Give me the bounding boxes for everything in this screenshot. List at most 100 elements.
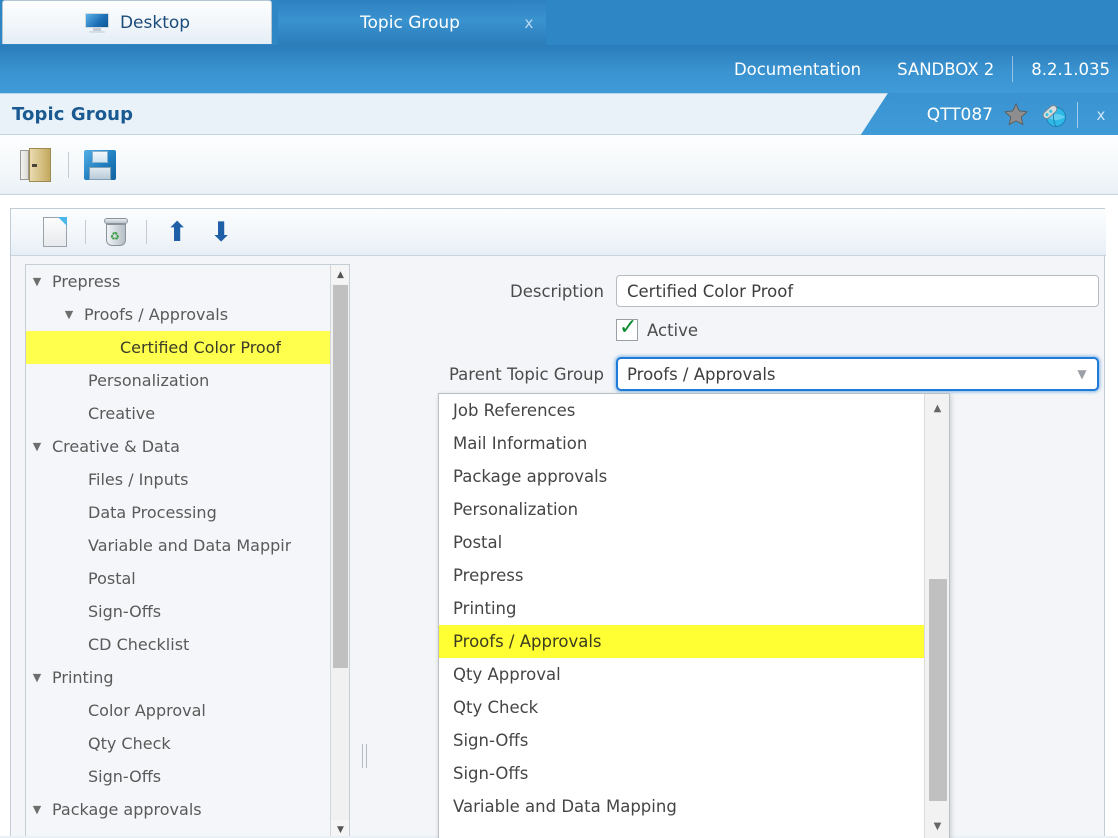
active-row: ✓ Active (616, 315, 698, 341)
tab-close-icon[interactable]: x (516, 14, 546, 32)
tree-item[interactable]: ▼ Printing (26, 661, 332, 694)
page-title: Topic Group (12, 104, 134, 125)
tree-item[interactable]: Certified Color Proof (26, 331, 332, 364)
tree-item[interactable]: ▼ Creative & Data (26, 430, 332, 463)
tree-item[interactable]: CD Checklist (26, 628, 332, 661)
tree-item-label: Color Approval (88, 701, 206, 720)
tree-expander-icon[interactable]: ▼ (26, 440, 48, 453)
trash-icon: ♻ (103, 217, 129, 247)
dropdown-options-container: Job References Mail Information Package ap… (439, 394, 926, 838)
check-icon: ✓ (619, 315, 638, 340)
environment-label: SANDBOX 2 (897, 59, 995, 79)
dropdown-option[interactable]: Job References (439, 394, 926, 427)
dropdown-option[interactable]: Qty Check (439, 691, 926, 724)
tree-item-label: Sign-Offs (88, 602, 162, 621)
tree-item-label: Data Processing (88, 503, 217, 522)
arrow-down-icon: ⬇ (209, 216, 233, 248)
save-button[interactable] (77, 142, 123, 188)
record-toolbar: ♻ ⬆ ⬇ (11, 209, 1106, 256)
screen-code-label: QTT087 (926, 104, 993, 125)
pane-splitter[interactable] (356, 264, 372, 838)
tree-item[interactable]: Files / Inputs (26, 463, 332, 496)
tree-item-label: Proofs / Approvals (84, 305, 229, 324)
move-up-button[interactable]: ⬆ (155, 212, 199, 252)
dropdown-option[interactable]: Sign-Offs (439, 724, 926, 757)
tree-item-label: Printing (52, 668, 114, 687)
tree-expander-icon[interactable]: ▼ (26, 803, 48, 816)
tree-expander-icon[interactable]: ▼ (26, 275, 48, 288)
application-header: Documentation SANDBOX 2 8.2.1.035 (0, 45, 1118, 93)
description-input[interactable] (616, 275, 1099, 307)
toolbar-divider (68, 151, 69, 178)
dropdown-option[interactable]: Prepress (439, 559, 926, 592)
tree-item[interactable]: Creative (26, 397, 332, 430)
tab-bar: Desktop Topic Group x (0, 0, 1118, 45)
parent-topic-group-row: Parent Topic Group Proofs / Approvals ▼ (376, 357, 1099, 391)
new-document-icon (43, 217, 67, 247)
active-checkbox[interactable]: ✓ (616, 315, 638, 341)
tree-item-label: Personalization (88, 371, 210, 390)
monitor-icon (84, 12, 110, 33)
tree-item-label: Files / Inputs (88, 470, 189, 489)
main-toolbar (0, 135, 1118, 195)
documentation-link[interactable]: Documentation (716, 60, 879, 79)
tab-desktop[interactable]: Desktop (2, 0, 272, 44)
tree-item[interactable]: Data Processing (26, 496, 332, 529)
chevron-down-icon: ▼ (1077, 367, 1087, 381)
dropdown-option[interactable]: Mail Information (439, 427, 926, 460)
exit-button[interactable] (14, 142, 60, 188)
splitter-grip-icon (361, 744, 368, 768)
dropdown-option[interactable]: Variable and Data Mapping (439, 790, 926, 823)
tree-item-label: CD Checklist (88, 635, 190, 654)
dropdown-option[interactable]: Qty Approval (439, 658, 926, 691)
tree-item[interactable]: ▼ Proofs / Approvals (26, 298, 332, 331)
parent-topic-group-value: Proofs / Approvals (627, 364, 776, 384)
tree-item[interactable]: Qty Check (26, 727, 332, 760)
tree-item-label: Creative & Data (52, 437, 180, 456)
dropdown-option[interactable]: Package approvals (439, 460, 926, 493)
globe-link-icon[interactable] (1037, 101, 1067, 129)
dropdown-scrollbar[interactable]: ▲ ▼ (924, 394, 949, 838)
tree-item[interactable]: Personalization (26, 364, 332, 397)
arrow-up-icon: ⬆ (165, 216, 189, 248)
dropdown-option[interactable]: Personalization (439, 493, 926, 526)
tree-item[interactable]: Variable and Data Mappir (26, 529, 332, 562)
version-label: 8.2.1.035 (1031, 59, 1110, 79)
parent-topic-group-label: Parent Topic Group (448, 364, 604, 384)
dropdown-scroll-down-button[interactable]: ▼ (925, 814, 949, 838)
dropdown-scroll-up-button[interactable]: ▲ (925, 396, 949, 420)
tab-topic-group-label: Topic Group (360, 12, 460, 33)
new-button[interactable] (33, 212, 77, 252)
tree-item-label: Creative (88, 404, 156, 423)
tree-expander-icon[interactable]: ▼ (26, 671, 48, 684)
tree-item[interactable]: Color Approval (26, 694, 332, 727)
close-screen-icon[interactable]: x (1084, 106, 1118, 124)
tree-item[interactable]: ▼ Prepress (26, 265, 332, 298)
record-toolbar-divider-2 (146, 220, 147, 244)
description-row: Description (376, 275, 1099, 307)
tree-item[interactable]: Postal (26, 562, 332, 595)
tree-item[interactable]: ▼ Package approvals (26, 793, 332, 826)
dropdown-option[interactable]: Printing (439, 592, 926, 625)
star-icon[interactable] (1003, 102, 1029, 127)
tree-scroll-thumb[interactable] (333, 285, 348, 668)
tree-item[interactable]: Sign-Offs (26, 595, 332, 628)
tree-item-label: Package approvals (52, 800, 202, 819)
dropdown-option[interactable]: Sign-Offs (439, 757, 926, 790)
move-down-button[interactable]: ⬇ (199, 212, 243, 252)
tab-topic-group[interactable]: Topic Group x (278, 0, 546, 45)
tree-item[interactable]: Sign-Offs (26, 760, 332, 793)
tree-scrollbar[interactable]: ▲ ▼ (330, 265, 349, 838)
tree-items-container: ▼ Prepress ▼ Proofs / Approvals Certified Co… (26, 265, 332, 838)
dropdown-option[interactable]: Postal (439, 526, 926, 559)
delete-button[interactable]: ♻ (94, 212, 138, 252)
dropdown-option[interactable]: Proofs / Approvals (439, 625, 926, 658)
tree-expander-icon[interactable]: ▼ (58, 308, 80, 321)
tree-item-label: Sign-Offs (88, 767, 162, 786)
dropdown-scroll-thumb[interactable] (929, 579, 947, 801)
description-label: Description (510, 281, 604, 301)
tree-item-label: Prepress (52, 272, 121, 291)
parent-topic-group-select[interactable]: Proofs / Approvals ▼ (616, 357, 1099, 391)
tree-item-label: Postal (88, 569, 136, 588)
tree-scroll-up-button[interactable]: ▲ (331, 265, 349, 284)
